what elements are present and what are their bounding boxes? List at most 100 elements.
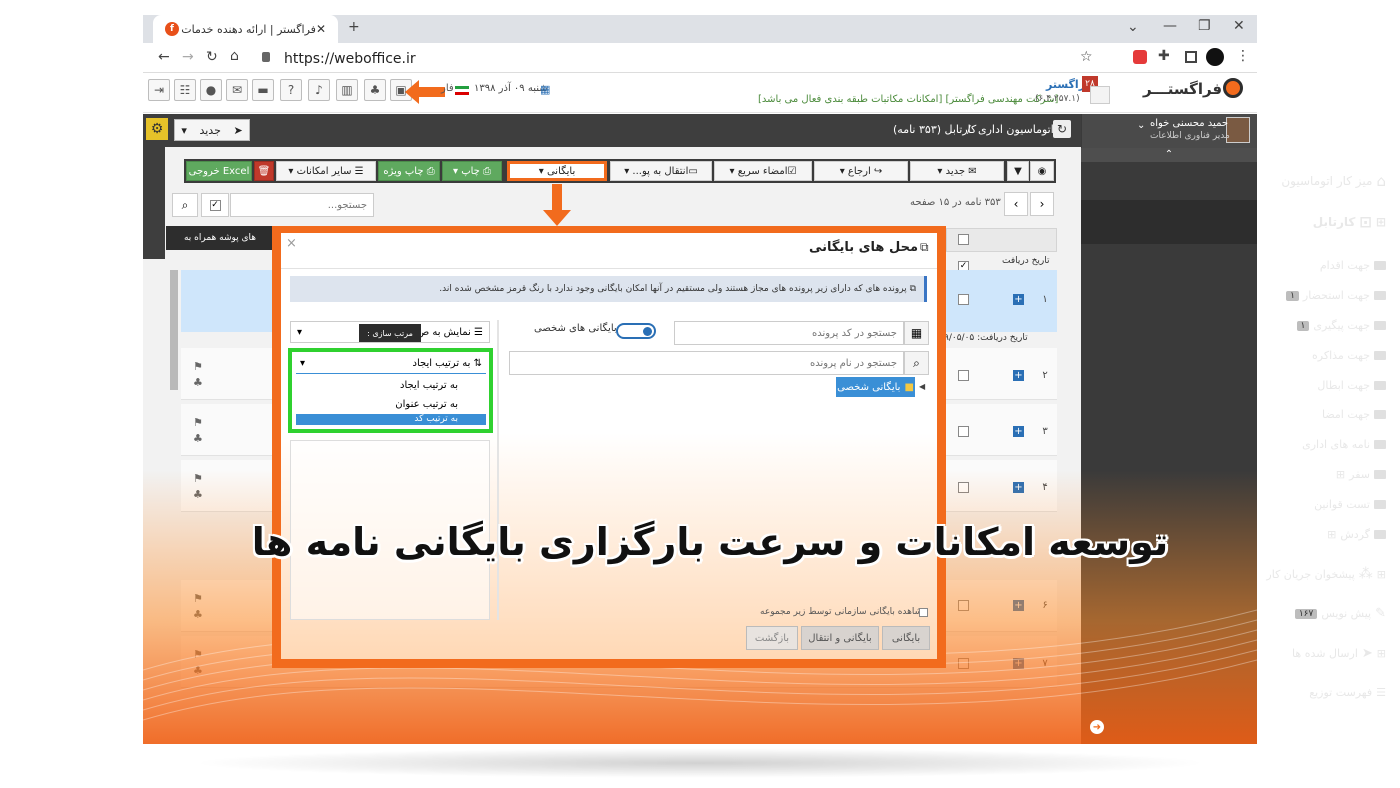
bookmark-star-icon[interactable]: ☆: [1080, 49, 1093, 65]
view-eye-icon[interactable]: ◉: [1030, 161, 1054, 181]
sidebar-item-followup[interactable]: جهت پیگیری ۱: [1296, 319, 1386, 332]
row-checkbox[interactable]: [958, 370, 969, 381]
new-dropdown-button[interactable]: ➤ جدید ▾: [174, 119, 250, 141]
archive-submit-button[interactable]: بایگانی: [882, 626, 930, 650]
expand-row-icon[interactable]: +: [1013, 370, 1024, 381]
document-icon[interactable]: [1090, 86, 1110, 104]
special-print-button[interactable]: ⎙ چاپ ویژه: [378, 161, 440, 181]
microphone-icon[interactable]: ♪: [308, 79, 330, 101]
sidebar-item-label: کارتابل: [1312, 215, 1356, 229]
next-page-icon[interactable]: ›: [1030, 192, 1054, 216]
row-checkbox[interactable]: [958, 294, 969, 305]
prev-page-icon[interactable]: ‹: [1004, 192, 1028, 216]
search-button[interactable]: ⌕: [172, 193, 198, 217]
sidebar-item-action[interactable]: جهت اقدام: [1320, 259, 1386, 272]
quick-sign-button[interactable]: ☑ امضاء سریع ▾: [714, 161, 812, 181]
close-window-icon[interactable]: ✕: [1233, 18, 1245, 34]
sidebar-item-circulation[interactable]: گردش ⊞: [1327, 528, 1386, 541]
archive-button[interactable]: بایگانی ▾: [507, 161, 607, 181]
sidebar-item-sign[interactable]: جهت امضا: [1322, 408, 1386, 421]
select-all-checkbox[interactable]: [958, 234, 969, 245]
user-chevron-icon[interactable]: ⌄: [1137, 120, 1145, 131]
sidebar-item-workflow[interactable]: ⊞ ⁂ پیشخوان جریان کار: [1266, 566, 1386, 582]
filter-icon[interactable]: ▼: [1007, 161, 1029, 181]
minimize-icon[interactable]: —: [1163, 18, 1177, 34]
forward-icon[interactable]: →: [182, 49, 194, 65]
sidepanel-icon[interactable]: [1185, 51, 1197, 63]
new-tab-button[interactable]: +: [348, 19, 360, 35]
browser-tab[interactable]: ✕ فراگستر | ارائه دهنده خدمات اتوماسیون …: [153, 15, 338, 43]
sort-select[interactable]: ⇅ به ترتیب ایجاد ▾: [296, 354, 486, 374]
sidebar-item-distribution[interactable]: ☰ فهرست توزیع: [1309, 686, 1386, 699]
chevron-down-icon[interactable]: ⌄: [1127, 19, 1139, 35]
tab-close-icon[interactable]: ✕: [316, 22, 326, 36]
calendar-icon: ▦: [540, 83, 551, 96]
sidebar-toggle-arrow-icon[interactable]: ➜: [1090, 720, 1104, 734]
puzzle-icon[interactable]: ✚: [1158, 48, 1170, 64]
breadcrumb-root[interactable]: اتوماسیون اداری: [978, 123, 1054, 136]
expand-row-icon[interactable]: +: [1013, 294, 1024, 305]
sidebar-item-letters[interactable]: نامه های اداری: [1302, 438, 1386, 451]
sidebar-item-sent[interactable]: ⊞ ➤ ارسال شده ها: [1292, 646, 1386, 661]
report-chart-icon[interactable]: ▥: [336, 79, 358, 101]
qr-code-icon[interactable]: ▦: [904, 321, 929, 345]
extension-icon[interactable]: [1133, 50, 1147, 64]
sidebar-item-negotiate[interactable]: جهت مذاکره: [1312, 349, 1386, 362]
print-button[interactable]: ⎙ چاپ ▾: [442, 161, 502, 181]
new-letter-button[interactable]: ✉ جدید ▾: [910, 161, 1004, 181]
back-icon[interactable]: ←: [158, 49, 170, 65]
sidebar-item-dashboard[interactable]: ⌂ میز کار اتوماسیون: [1100, 172, 1386, 190]
move-to-button[interactable]: ▭ انتقال به پو... ▾: [610, 161, 712, 181]
comment-icon[interactable]: ▬: [252, 79, 274, 101]
modal-close-icon[interactable]: ×: [286, 236, 297, 251]
sidebar-item-inform[interactable]: جهت استحضار ۱: [1286, 289, 1386, 302]
refresh-icon[interactable]: ↻: [1053, 120, 1071, 138]
bell-icon[interactable]: ♣: [193, 432, 203, 445]
sidebar-item-cartable[interactable]: ⊞ ⊡ کارتابل: [1100, 213, 1386, 231]
search-icon[interactable]: ⌕: [904, 351, 929, 375]
row-checkbox[interactable]: [958, 426, 969, 437]
restore-icon[interactable]: ❐: [1198, 18, 1211, 34]
tree-node-personal[interactable]: ■ بایگانی شخصی: [836, 377, 915, 397]
bell-icon[interactable]: ♣: [193, 376, 203, 389]
home-icon[interactable]: ⌂: [230, 48, 239, 64]
sidebar-item-travel[interactable]: سفر ⊞: [1336, 468, 1386, 481]
excel-export-button[interactable]: خروجی Excel: [186, 161, 252, 181]
sort-option-title[interactable]: به ترتیب عنوان: [296, 395, 486, 413]
flag-icon[interactable]: ⚑: [193, 360, 203, 373]
org-chart-icon[interactable]: ☷: [174, 79, 196, 101]
chat-icon[interactable]: ✉: [226, 79, 248, 101]
sidebar-item-drafts[interactable]: ✎ پیش نویس ۱۶۷: [1294, 606, 1386, 621]
other-options-button[interactable]: ☰ سایر امکانات ▾: [276, 161, 376, 181]
tree-expand-icon[interactable]: ◀: [919, 382, 925, 391]
search-name-input[interactable]: [509, 351, 904, 375]
back-button[interactable]: بازگشت: [746, 626, 798, 650]
profile-avatar[interactable]: [1206, 48, 1224, 66]
grid-search-input[interactable]: [230, 193, 374, 217]
archive-move-button[interactable]: بایگانی و انتقال: [801, 626, 879, 650]
info-icon: ⧉: [906, 284, 916, 294]
search-code-input[interactable]: [674, 321, 904, 345]
sort-option-created[interactable]: به ترتیب ایجاد: [296, 376, 486, 394]
url-field[interactable]: https://weboffice.ir: [284, 48, 1124, 70]
sidebar-collapse-up-icon[interactable]: ⌃: [1081, 148, 1257, 162]
bell-icon[interactable]: ♣: [364, 79, 386, 101]
expand-row-icon[interactable]: +: [1013, 426, 1024, 437]
sidebar-item-cancel[interactable]: جهت ابطال: [1317, 379, 1386, 392]
header-notice: [شرکت مهندسی فراگستر] [امکانات مکاتبات ط…: [758, 94, 1059, 105]
help-icon[interactable]: ?: [280, 79, 302, 101]
personal-archive-toggle[interactable]: [616, 323, 656, 339]
menu-kebab-icon[interactable]: ⋮: [1236, 48, 1250, 64]
logout-icon[interactable]: ⇥: [148, 79, 170, 101]
delete-trash-icon[interactable]: 🗑: [254, 161, 274, 181]
user-icon[interactable]: ●: [200, 79, 222, 101]
flag-icon[interactable]: ⚑: [193, 416, 203, 429]
org-archive-checkbox[interactable]: [919, 608, 928, 617]
sort-option-code[interactable]: به ترتیب کد: [296, 414, 486, 425]
search-checkbox[interactable]: ✓: [201, 193, 229, 217]
refer-button[interactable]: ↪ ارجاع ▾: [814, 161, 908, 181]
reload-icon[interactable]: ↻: [206, 49, 218, 65]
settings-gear-icon[interactable]: ⚙: [146, 118, 168, 140]
sidebar-item-test-rules[interactable]: تست قوانین: [1314, 498, 1386, 511]
grid-scrollbar[interactable]: [170, 270, 178, 390]
